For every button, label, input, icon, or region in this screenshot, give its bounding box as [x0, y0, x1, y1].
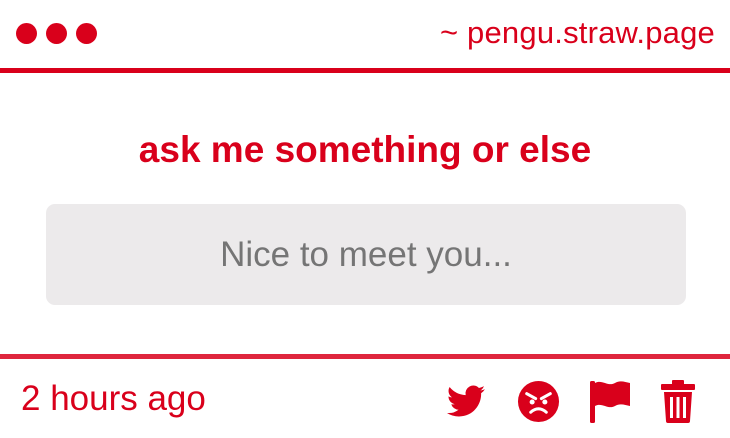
flag-icon	[590, 381, 630, 423]
delete-button[interactable]	[658, 378, 698, 424]
window-dot-icon	[46, 23, 67, 44]
window-header: ~ pengu.straw.page	[0, 0, 730, 70]
site-url-link[interactable]: ~ pengu.straw.page	[440, 13, 715, 53]
window-dot-icon	[16, 23, 37, 44]
angry-reaction-button[interactable]	[516, 378, 560, 424]
header-divider	[0, 68, 730, 73]
question-prompt: ask me something or else	[138, 129, 592, 170]
twitter-icon	[447, 385, 485, 417]
angry-face-icon	[517, 380, 559, 422]
window-dots	[16, 23, 97, 44]
report-button[interactable]	[588, 378, 632, 424]
post-timestamp: 2 hours ago	[21, 379, 206, 418]
window-dot-icon	[76, 23, 97, 44]
trash-icon	[661, 380, 695, 423]
footer-divider	[0, 354, 730, 359]
question-input[interactable]	[46, 204, 686, 305]
post-actions	[444, 378, 704, 424]
twitter-share-button[interactable]	[444, 378, 488, 424]
